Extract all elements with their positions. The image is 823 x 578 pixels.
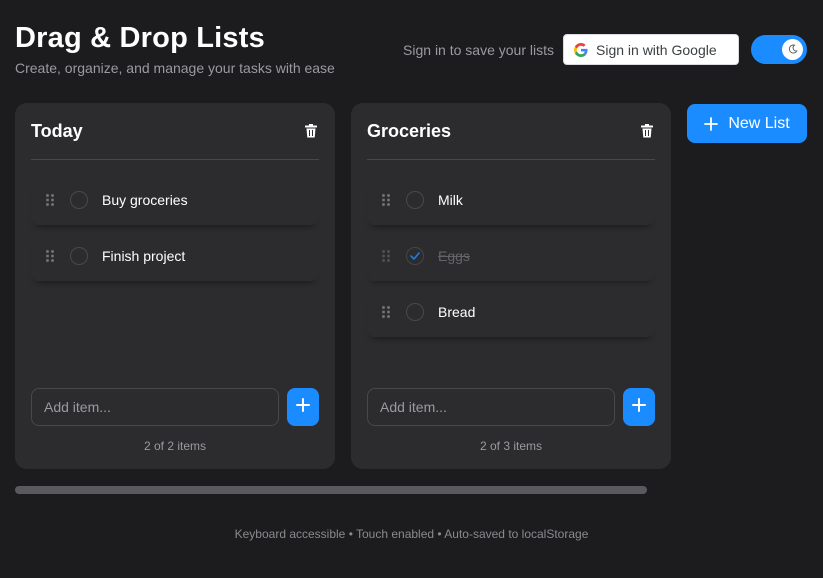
item-text: Bread (438, 304, 476, 320)
drag-handle-icon[interactable] (43, 193, 57, 207)
item-checkbox[interactable] (70, 247, 88, 265)
check-icon (410, 247, 420, 265)
moon-icon (788, 41, 798, 59)
toggle-knob (782, 39, 803, 60)
item-text: Finish project (102, 248, 186, 264)
google-sign-in-button[interactable]: Sign in with Google (563, 34, 739, 65)
add-item-button[interactable] (287, 388, 319, 426)
list-item[interactable]: Finish project (31, 231, 319, 281)
page-title: Drag & Drop Lists (15, 22, 265, 54)
add-item-row (367, 388, 655, 426)
google-icon (574, 42, 588, 57)
drag-handle-icon[interactable] (379, 305, 393, 319)
trash-icon[interactable] (639, 123, 655, 139)
add-item-input[interactable] (31, 388, 279, 426)
new-list-label: New List (728, 114, 790, 132)
list-card-groceries: Groceries Milk Eggs Bread Add item... 2 … (351, 103, 671, 469)
new-list-button[interactable]: New List (687, 104, 807, 143)
dark-mode-toggle[interactable] (751, 35, 807, 64)
item-checkbox[interactable] (70, 191, 88, 209)
list-item[interactable]: Buy groceries (31, 175, 319, 225)
item-text: Milk (438, 192, 463, 208)
trash-icon[interactable] (303, 123, 319, 139)
list-title[interactable]: Groceries (367, 121, 451, 142)
list-header: Today (31, 103, 319, 160)
list-item[interactable]: Bread (367, 287, 655, 337)
item-count: 2 of 2 items (143, 439, 207, 453)
drag-handle-icon[interactable] (379, 249, 393, 263)
list-title[interactable]: Today (31, 121, 83, 142)
item-checkbox[interactable] (406, 303, 424, 321)
footer-note: Keyboard accessible • Touch enabled • Au… (234, 527, 589, 541)
drag-handle-icon[interactable] (379, 193, 393, 207)
horizontal-scrollbar[interactable] (15, 486, 647, 494)
item-count: 2 of 3 items (479, 439, 543, 453)
list-card-today: Today Buy groceries Finish project Add i… (15, 103, 335, 469)
list-item[interactable]: Milk (367, 175, 655, 225)
plus-icon (296, 397, 310, 417)
add-item-row (31, 388, 319, 426)
list-item-completed[interactable]: Eggs (367, 231, 655, 281)
google-button-label: Sign in with Google (596, 41, 717, 58)
page-subtitle: Create, organize, and manage your tasks … (15, 60, 335, 76)
item-text: Buy groceries (102, 192, 188, 208)
add-item-button[interactable] (623, 388, 655, 426)
sign-in-prompt: Sign in to save your lists (403, 41, 554, 58)
drag-handle-icon[interactable] (43, 249, 57, 263)
auth-bar: Sign in to save your lists Sign in with … (403, 34, 807, 65)
list-header: Groceries (367, 103, 655, 160)
add-item-input[interactable] (367, 388, 615, 426)
item-text: Eggs (438, 248, 470, 264)
item-checkbox[interactable] (406, 191, 424, 209)
plus-icon (704, 116, 719, 131)
plus-icon (632, 397, 646, 417)
page-header: Drag & Drop Lists Create, organize, and … (15, 18, 335, 76)
item-checkbox-checked[interactable] (406, 247, 424, 265)
